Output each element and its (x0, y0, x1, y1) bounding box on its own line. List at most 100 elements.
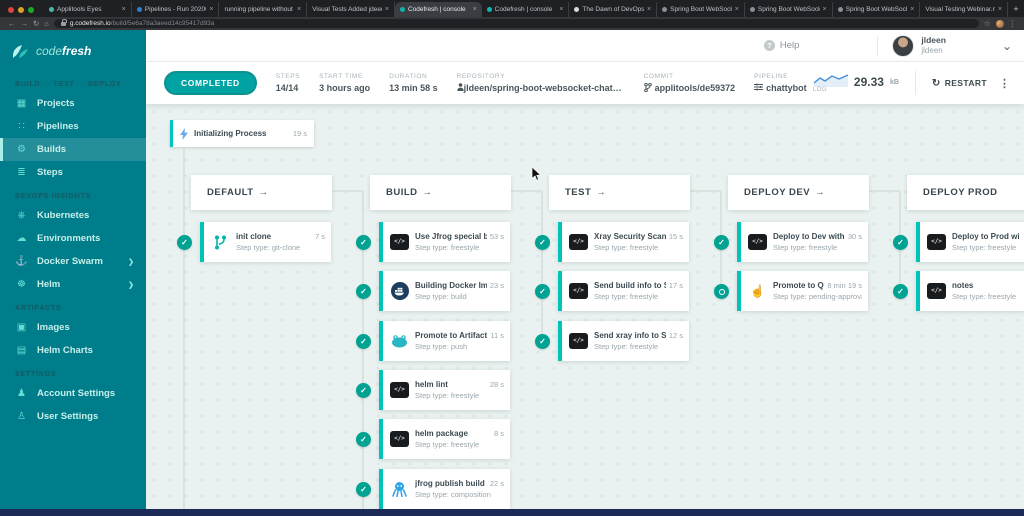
sidebar-item-images[interactable]: ▣ Images (0, 316, 146, 339)
sidebar-section: ARTIFACTS ▣ Images ▤ Helm Charts (0, 296, 146, 362)
top-header: ? Help jldeen jldeen ⌄ (146, 30, 1024, 62)
browser-tab[interactable]: Applitools Eyes × (44, 2, 132, 17)
chevron-down-icon[interactable]: ⌄ (1002, 39, 1012, 53)
sidebar-item-helm[interactable]: ☸ Helm ❯ (0, 273, 146, 296)
step-card-helm-lint[interactable]: </> helm lint 28 s Step type: freestyle (379, 370, 510, 410)
close-tab-icon[interactable]: × (647, 6, 651, 13)
code-step-icon: </> (748, 234, 767, 250)
browser-tab[interactable]: The Dawn of DevOps × (569, 2, 658, 17)
step-card-deploy-to-prod-wi[interactable]: </> Deploy to Prod wi Step type: freestyle (916, 222, 1024, 262)
browser-tab[interactable]: Spring Boot WebSocket Ch× (657, 2, 745, 17)
browser-tab[interactable]: Pipelines - Run 20200312.11× (132, 2, 220, 17)
reload-icon[interactable]: ↻ (33, 17, 39, 30)
browser-tab[interactable]: Codefresh | console × (394, 2, 482, 17)
browser-tab[interactable]: Spring Boot WebSocket Ch× (745, 2, 833, 17)
sidebar-item-builds[interactable]: ⚙ Builds (0, 138, 146, 161)
close-tab-icon[interactable]: × (910, 6, 914, 13)
restart-button[interactable]: ↻ RESTART (932, 78, 987, 89)
browser-tab[interactable]: running pipeline without vis× (219, 2, 308, 17)
codefresh-logo[interactable]: codefresh (0, 30, 146, 72)
step-duration: 7 s (314, 232, 325, 241)
screen: Applitools Eyes×Pipelines - Run 20200312… (0, 0, 1024, 516)
step-title: Send build info to Slack (594, 281, 666, 290)
step-title: jfrog publish build info (415, 479, 487, 488)
sidebar-item-user-settings[interactable]: ♙ User Settings (0, 405, 146, 428)
step-card-send-xray-info-to-slack[interactable]: </> Send xray info to Slack12 s Step type:… (558, 321, 689, 361)
step-duration: 11 s (490, 331, 504, 340)
step-card-helm-package[interactable]: </> helm package 8 s Step type: freestyle (379, 419, 510, 459)
step-info: Building Docker Image23 s Step type: buil… (415, 281, 504, 301)
stage-header-deploy-prod[interactable]: DEPLOY PROD (907, 175, 1024, 210)
forward-icon[interactable]: → (21, 17, 29, 30)
user-menu[interactable]: jldeen jldeen (892, 34, 946, 57)
step-card-init-clone[interactable]: init clone 7 s Step type: git-clone (200, 222, 331, 262)
stage-header-build[interactable]: BUILD → (370, 175, 511, 210)
bookmark-star-icon[interactable]: ☆ (984, 17, 991, 30)
step-card-send-build-info-to-slack[interactable]: </> Send build info to Slack17 s Step type… (558, 271, 689, 311)
help-button[interactable]: ? Help (763, 40, 799, 51)
step-card-deploy-to-dev-with-hel[interactable]: </> Deploy to Dev with Hel30 s Step type: … (737, 222, 868, 262)
step-type: Step type: freestyle (952, 243, 1017, 252)
sidebar-item-steps[interactable]: ≣ Steps (0, 161, 146, 184)
close-window-button[interactable] (8, 7, 14, 13)
sidebar-item-pipelines[interactable]: ∷ Pipelines (0, 115, 146, 138)
stage-header-test[interactable]: TEST → (549, 175, 690, 210)
maximize-window-button[interactable] (28, 7, 34, 13)
step-card-building-docker-image[interactable]: Building Docker Image23 s Step type: buil… (379, 271, 510, 311)
home-icon[interactable]: ⌂ (44, 17, 49, 30)
initializing-process-card[interactable]: Initializing Process 19 s (170, 120, 314, 147)
close-tab-icon[interactable]: × (297, 6, 301, 13)
step-type: Step type: freestyle (594, 243, 659, 252)
minimize-window-button[interactable] (18, 7, 24, 13)
close-tab-icon[interactable]: × (209, 6, 213, 13)
close-tab-icon[interactable]: × (735, 6, 739, 13)
step-title: Deploy to Dev with Hel (773, 232, 845, 241)
close-tab-icon[interactable]: × (998, 6, 1002, 13)
user-name: jldeen (921, 35, 946, 46)
sidebar-item-docker-swarm[interactable]: ⚓ Docker Swarm ❯ (0, 250, 146, 273)
step-info: notes Step type: freestyle (952, 281, 1024, 301)
success-check-icon: ✓ (356, 334, 371, 349)
browser-tab[interactable]: Visual Tests Added jdeen × (307, 2, 395, 17)
summary-field-start-time: START TIME 3 hours ago (319, 73, 370, 93)
browser-tab[interactable]: Spring Boot WebSocket Ch× (833, 2, 921, 17)
close-tab-icon[interactable]: × (122, 6, 126, 13)
step-card-promote-to-qa-p[interactable]: ☝ Promote to QA/P8 min 19 s Step type: pen… (737, 271, 868, 311)
log-section[interactable]: LOG 29.33 kB (813, 73, 899, 93)
mouse-cursor (531, 167, 542, 181)
close-tab-icon[interactable]: × (823, 6, 827, 13)
success-check-icon: ✓ (535, 284, 550, 299)
stage-connector-elbow (690, 190, 721, 192)
step-info: helm package 8 s Step type: freestyle (415, 429, 504, 449)
tab-title: Applitools Eyes (57, 6, 102, 13)
more-options-icon[interactable]: ⋮ (999, 77, 1010, 90)
step-card-xray-security-scan[interactable]: </> Xray Security Scan 15 s Step type: free… (558, 222, 689, 262)
sidebar-item-account-settings[interactable]: ♟ Account Settings (0, 382, 146, 405)
browser-tab[interactable]: Visual Testing Webinar.md × (920, 2, 1009, 17)
stage-header-deploy-dev[interactable]: DEPLOY DEV → (728, 175, 869, 210)
sidebar-item-projects[interactable]: ▦ Projects (0, 92, 146, 115)
step-card-use-jfrog-special-build-t[interactable]: </> Use Jfrog special build t53 s Step typ… (379, 222, 510, 262)
lightning-icon (180, 127, 188, 140)
browser-profile-avatar[interactable] (995, 19, 1004, 28)
close-tab-icon[interactable]: × (559, 6, 563, 13)
sidebar-item-environments[interactable]: ☁ Environments (0, 227, 146, 250)
sidebar-item-kubernetes[interactable]: ⎈ Kubernetes (0, 204, 146, 227)
sidebar-item-helm-charts[interactable]: ▤ Helm Charts (0, 339, 146, 362)
close-tab-icon[interactable]: × (385, 6, 389, 13)
close-tab-icon[interactable]: × (473, 6, 477, 13)
new-tab-button[interactable]: + (1008, 2, 1024, 17)
projects-icon: ▦ (16, 98, 27, 109)
back-icon[interactable]: ← (8, 17, 16, 30)
step-card-jfrog-publish-build-info[interactable]: jfrog publish build info22 s Step type: c… (379, 469, 510, 509)
tab-title: Codefresh | console (494, 6, 553, 13)
step-title: Promote to Artifactory (415, 331, 488, 340)
step-type: Step type: freestyle (415, 243, 480, 252)
step-card-promote-to-artifactory[interactable]: Promote to Artifactory11 s Step type: pus… (379, 321, 510, 361)
browser-menu-icon[interactable]: ⋮ (1009, 17, 1017, 30)
stage-header-default[interactable]: DEFAULT → (191, 175, 332, 210)
code-step-icon: </> (390, 431, 409, 447)
step-card-notes[interactable]: </> notes Step type: freestyle (916, 271, 1024, 311)
address-bar[interactable]: g.codefresh.io/build/5e6a78a3aeed14c9541… (53, 19, 979, 28)
browser-tab[interactable]: Codefresh | console × (482, 2, 570, 17)
